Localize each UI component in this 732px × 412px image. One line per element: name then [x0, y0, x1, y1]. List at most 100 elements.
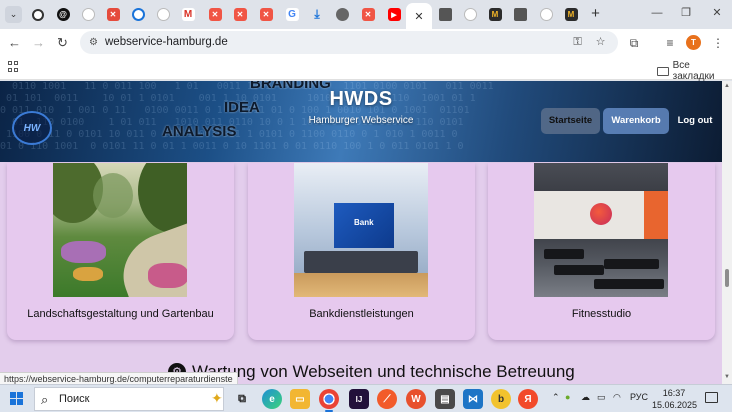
tab-loading-1[interactable] — [76, 4, 100, 25]
tab-app-10[interactable]: M — [559, 4, 583, 25]
tab-app-1[interactable]: ✕ — [101, 4, 125, 25]
app-red-icon: ✕ — [233, 8, 247, 21]
card-caption[interactable]: Landschaftsgestaltung und Gartenbau — [7, 308, 234, 320]
threads-icon: @ — [56, 8, 70, 21]
tab-downloads[interactable]: ⤓ — [305, 4, 329, 25]
garden-image — [53, 163, 187, 297]
url-text[interactable]: webservice-hamburg.de — [105, 36, 228, 48]
tray-app-icon[interactable]: ● — [565, 392, 570, 402]
taskbar-search[interactable]: ⌕ Поиск ✦ — [34, 387, 224, 411]
clock-date: 15.06.2025 — [652, 400, 698, 410]
tab-gmail[interactable]: M — [176, 4, 200, 25]
tool-icon[interactable]: ⟋ — [377, 389, 397, 409]
tab-app-2[interactable] — [126, 4, 150, 25]
google-icon: G — [285, 8, 299, 21]
site-info-icon[interactable]: ⚙ — [87, 36, 100, 49]
scrollbar-thumb[interactable] — [725, 269, 729, 287]
app-red-icon: ✕ — [106, 8, 120, 21]
notifications-icon[interactable] — [705, 392, 718, 403]
language-indicator[interactable]: РУС — [630, 392, 648, 402]
bookmark-star-icon[interactable]: ☆ — [593, 35, 608, 50]
close-window-icon[interactable]: ✕ — [710, 6, 724, 20]
service-card-bank[interactable]: Bank Bankdienstleistungen — [248, 163, 475, 340]
forward-icon[interactable]: → — [30, 34, 47, 51]
chrome-icon[interactable] — [319, 389, 339, 412]
tab-active-close[interactable]: ✕ — [406, 3, 432, 29]
minimize-icon[interactable]: — — [650, 6, 664, 20]
globe-icon — [335, 8, 349, 21]
app-b-icon[interactable]: b — [491, 389, 511, 409]
page-scrollbar[interactable]: ▲ ▼ — [722, 81, 732, 384]
close-tab-icon[interactable]: ✕ — [414, 10, 423, 23]
tab-app-7[interactable] — [433, 4, 457, 25]
site-header-banner: 0110 1001 11 0 011 100 1 01 0011 1001 01… — [0, 81, 722, 162]
bank-image: Bank — [294, 163, 428, 297]
app-w-icon[interactable]: W — [406, 389, 426, 409]
printer-icon — [513, 8, 527, 21]
site-logo[interactable]: HW — [12, 111, 52, 145]
card-caption[interactable]: Bankdienstleistungen — [248, 308, 475, 320]
tab-app-5[interactable]: ✕ — [254, 4, 278, 25]
windows-start-icon[interactable] — [10, 392, 23, 405]
nav-startseite[interactable]: Startseite — [541, 108, 600, 134]
restore-icon[interactable]: ❐ — [679, 6, 693, 20]
file-explorer-icon[interactable]: ▭ — [290, 389, 310, 409]
service-card-garden[interactable]: Landschaftsgestaltung und Gartenbau — [7, 163, 234, 340]
printer-app-icon[interactable]: ▤ — [435, 389, 455, 409]
reading-list-icon[interactable]: ≡ — [662, 35, 678, 51]
nav-logout[interactable]: Log out — [673, 108, 717, 134]
chrome-icon — [32, 8, 44, 21]
tab-threads[interactable]: @ — [51, 4, 75, 25]
search-icon: ⌕ — [41, 392, 49, 407]
service-card-gym[interactable]: Fitnesstudio — [488, 163, 715, 340]
tab-app-3[interactable]: ✕ — [203, 4, 227, 25]
tab-app-9[interactable] — [508, 4, 532, 25]
edge-icon[interactable]: e — [262, 389, 282, 409]
card-caption[interactable]: Fitnesstudio — [488, 308, 715, 320]
nav-warenkorb[interactable]: Warenkorb — [603, 108, 669, 134]
blank-page-icon — [81, 8, 95, 21]
new-tab-button[interactable]: + — [587, 5, 604, 22]
bank-sign: Bank — [354, 218, 374, 227]
folder-icon — [657, 66, 669, 76]
app-red-icon: ✕ — [208, 8, 222, 21]
gym-image — [534, 163, 668, 297]
task-view-icon[interactable]: ⧉ — [232, 389, 252, 409]
tab-app-8[interactable]: M — [483, 4, 507, 25]
address-bar[interactable]: ⚙ webservice-hamburg.de ⚿ ☆ — [80, 31, 618, 54]
profile-avatar[interactable]: T — [686, 35, 701, 50]
wifi-icon[interactable]: ◠ — [613, 392, 621, 403]
taskbar-search-placeholder[interactable]: Поиск — [59, 393, 89, 405]
tab-youtube[interactable]: ▶ — [382, 4, 406, 25]
clock-time: 16:37 — [662, 388, 686, 398]
tab-google[interactable]: G — [280, 4, 304, 25]
scroll-down-icon[interactable]: ▼ — [723, 374, 731, 380]
windows-taskbar: ⌕ Поиск ✦ ⧉ e ▭ IJ ⟋ W ▤ ⋈ b Я ⌃ ● ☁ ▭ ◠… — [0, 384, 732, 412]
battery-icon[interactable]: ▭ — [597, 392, 606, 403]
tab-loading-3[interactable] — [458, 4, 482, 25]
back-icon[interactable]: ← — [6, 34, 23, 51]
tab-app-6[interactable]: ✕ — [356, 4, 380, 25]
reload-icon[interactable]: ↻ — [54, 34, 71, 51]
scroll-up-icon[interactable]: ▲ — [723, 83, 731, 89]
password-key-icon[interactable]: ⚿ — [570, 35, 585, 50]
tab-loading-4[interactable] — [534, 4, 558, 25]
ide-icon[interactable]: IJ — [349, 389, 369, 409]
app-red-icon: ✕ — [259, 8, 273, 21]
yandex-icon[interactable]: Я — [518, 389, 538, 409]
apps-grid-icon[interactable] — [8, 61, 19, 72]
taskbar-clock[interactable]: 16:37 15.06.2025 — [652, 387, 698, 411]
all-bookmarks-button[interactable]: Все закладки — [657, 60, 732, 82]
site-subtitle: Hamburger Webservice — [308, 115, 414, 126]
vscode-icon[interactable]: ⋈ — [463, 389, 483, 409]
page-viewport: 0110 1001 11 0 011 100 1 01 0011 1001 01… — [0, 81, 722, 384]
extensions-icon[interactable]: ⧉ — [626, 35, 642, 51]
tab-chrome-web-store[interactable] — [26, 4, 50, 25]
tab-search-icon[interactable]: ⌄ — [5, 6, 22, 23]
tray-chevron-icon[interactable]: ⌃ — [552, 392, 560, 403]
tab-globe[interactable] — [330, 4, 354, 25]
tab-app-4[interactable]: ✕ — [228, 4, 252, 25]
tray-cloud-icon[interactable]: ☁ — [581, 392, 590, 403]
menu-kebab-icon[interactable]: ⋮ — [710, 35, 726, 51]
tab-loading-2[interactable] — [151, 4, 175, 25]
